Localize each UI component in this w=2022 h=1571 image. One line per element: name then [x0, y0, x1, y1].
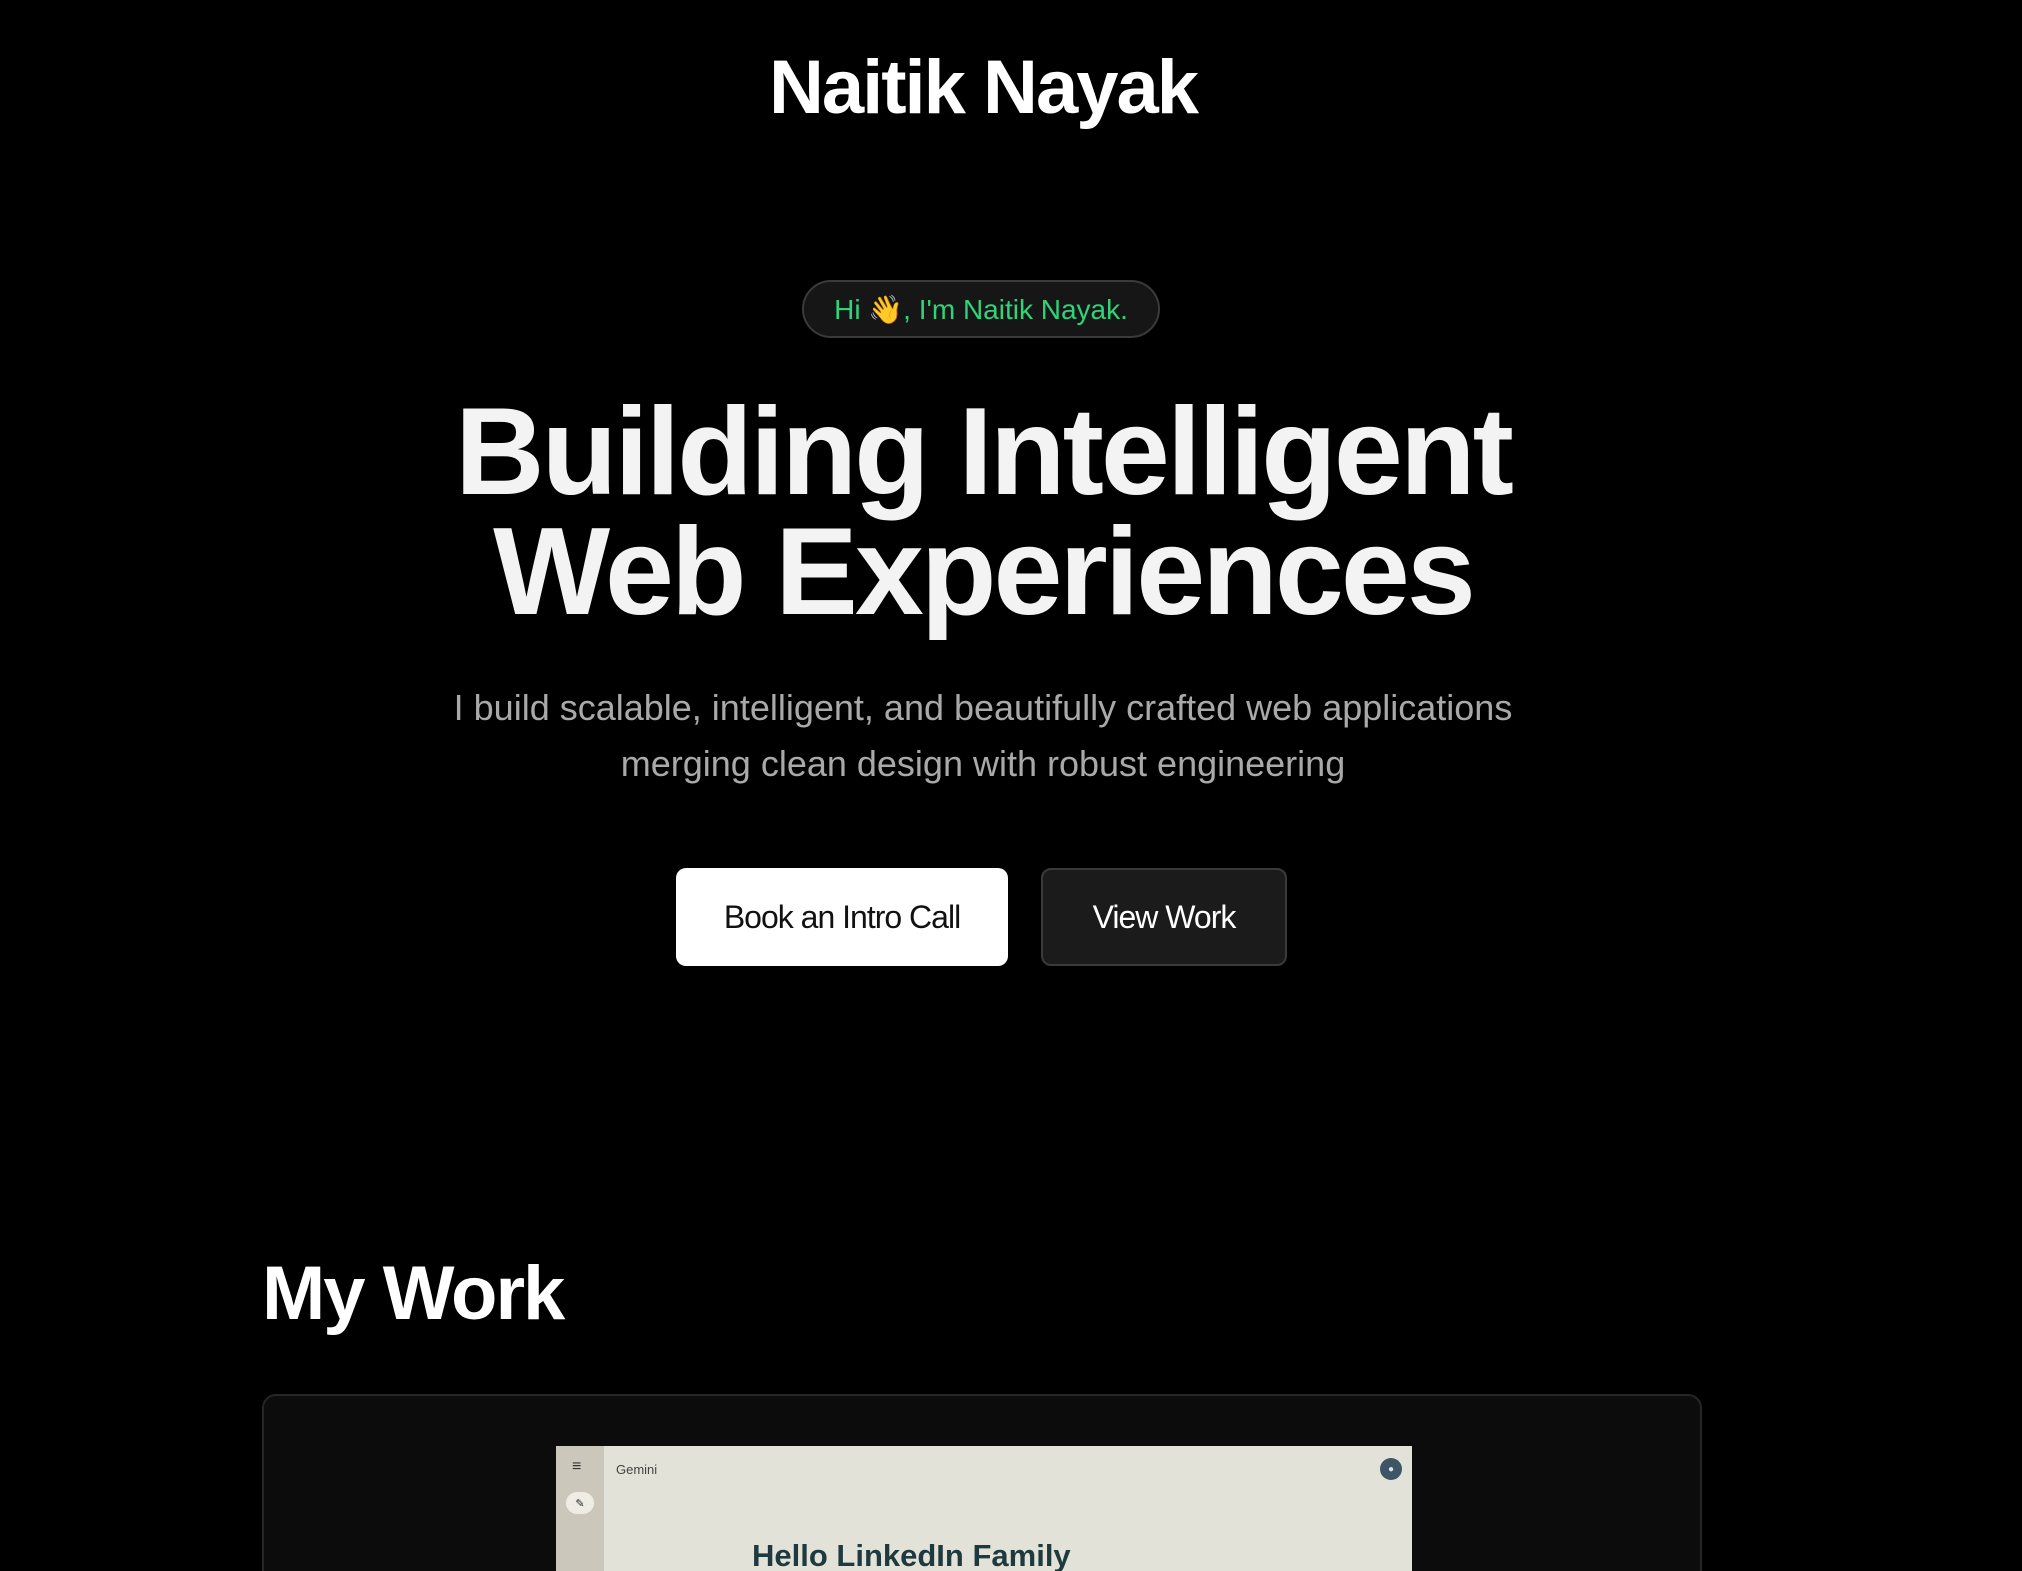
menu-icon: ≡ [572, 1458, 582, 1475]
hero-headline: Building Intelligent Web Experiences [0, 383, 1966, 641]
greeting-text: Hi 👋, I'm Naitik Nayak. [834, 293, 1128, 325]
book-intro-call-button[interactable]: Book an Intro Call [676, 868, 1008, 966]
headline-line-2: Web Experiences [493, 503, 1476, 641]
subtitle-line-1: I build scalable, intelligent, and beaut… [453, 687, 1513, 728]
hero-subtitle: I build scalable, intelligent, and beaut… [0, 680, 1966, 792]
avatar-icon: ● [1380, 1458, 1402, 1480]
subtitle-line-2: merging clean design with robust enginee… [620, 743, 1346, 784]
preview-greeting: Hello LinkedIn Family [752, 1538, 1071, 1571]
new-chat-icon: ✎ [566, 1492, 594, 1514]
my-work-heading: My Work [262, 1251, 565, 1336]
page: Naitik Nayak Hi 👋, I'm Naitik Nayak. Bui… [0, 0, 2022, 1571]
preview-app-name: Gemini [616, 1462, 658, 1477]
site-brand[interactable]: Naitik Nayak [0, 44, 1966, 131]
greeting-badge: Hi 👋, I'm Naitik Nayak. [802, 280, 1160, 338]
work-card[interactable]: ≡ ✎ Gemini ● Hello LinkedIn Family [262, 1394, 1702, 1571]
project-preview-image[interactable]: ≡ ✎ Gemini ● Hello LinkedIn Family [556, 1446, 1412, 1571]
preview-sidebar: ≡ ✎ [556, 1446, 604, 1571]
view-work-button[interactable]: View Work [1041, 868, 1287, 966]
headline-line-1: Building Intelligent [455, 383, 1514, 521]
